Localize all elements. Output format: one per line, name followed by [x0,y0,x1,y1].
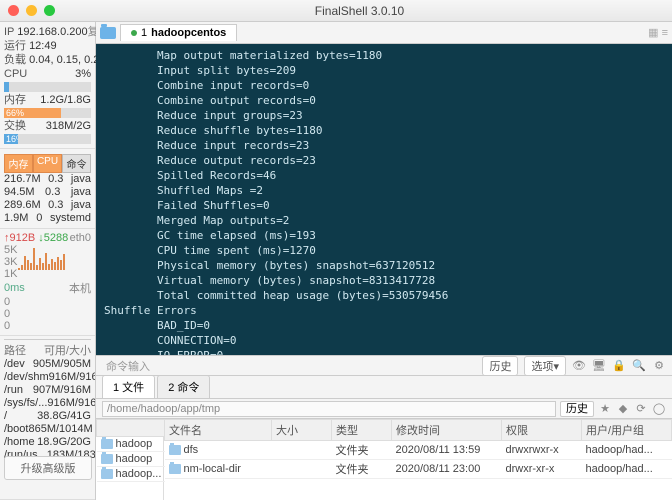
terminal-footer: 命令输入 历史 选项▾ 👁 🖥 🔒 🔍 ⚙ [96,355,672,375]
path-input[interactable] [102,401,556,417]
terminal-tab[interactable]: 1 hadoopcentos [120,24,237,41]
load-value: 0.04, 0.15, 0.20 [29,54,105,66]
eye-icon[interactable]: 👁 [572,359,586,372]
net-dn: 5288 [44,232,68,244]
window-title: FinalShell 3.0.10 [55,4,664,18]
titlebar: FinalShell 3.0.10 [0,0,672,22]
history-button[interactable]: 历史 [482,356,518,376]
fs-row[interactable]: /home18.9G/20G [4,436,91,449]
bottom-panel: 1 文件 2 命令 历史 ★ ◆ ⟳ ◯ hadoophadoophadoop.… [96,375,672,500]
tab-cpu[interactable]: CPU [33,154,62,173]
mem-bar: 66% [4,108,91,118]
refresh-icon[interactable]: ⟳ [634,402,648,415]
minimize-window-button[interactable] [26,5,37,16]
bottom-tab-files[interactable]: 1 文件 [102,375,155,398]
folder-icon[interactable] [100,27,116,39]
fs-row[interactable]: /dev905M/905M [4,358,91,371]
table-row[interactable]: nm-local-dir文件夹2020/08/11 23:00drwxr-xr-… [165,460,672,479]
fs-row[interactable]: /sys/fs/...916M/916M [4,397,91,410]
col-perm[interactable]: 权限 [502,420,582,441]
fs-row[interactable]: /run907M/916M [4,384,91,397]
tree-item[interactable]: hadoop... [97,467,166,482]
net-if: eth0 [70,232,91,244]
sidebar-proc-tabs: 内存 CPU 命令 [4,154,91,173]
settings-icon[interactable]: ⚙ [652,359,666,372]
folder-icon [101,469,113,479]
folder-icon [101,454,113,464]
ip-value: 192.168.0.200 [17,26,87,38]
bottom-tab-cmds[interactable]: 2 命令 [157,375,210,398]
tab-mem[interactable]: 内存 [4,154,33,173]
col-size[interactable]: 大小 [272,420,332,441]
upgrade-button[interactable]: 升级高级版 [4,456,92,480]
folder-icon [169,464,181,474]
proc-row[interactable]: 1.9M0systemd [4,212,91,225]
mem-value: 1.2G/1.8G [40,93,91,107]
table-row[interactable]: dfs文件夹2020/08/11 13:59drwxrwxr-xhadoop/h… [165,441,672,460]
path-history-button[interactable]: 历史 [560,401,594,417]
zoom-window-button[interactable] [44,5,55,16]
tab-cmd[interactable]: 命令 [62,154,91,173]
cpu-bar [4,82,91,92]
latency-label: 0ms [4,282,25,294]
net-up: 912B [10,232,36,244]
folder-icon [169,445,181,455]
close-window-button[interactable] [8,5,19,16]
swap-bar: 16% [4,134,91,144]
col-owner[interactable]: 用户/用户组 [582,420,672,441]
tree-item[interactable]: hadoop [97,452,166,467]
lock-icon[interactable]: 🔒 [612,359,626,372]
sidebar: IP 192.168.0.200复制 运行 12:49 负载 0.04, 0.1… [0,22,96,500]
proc-row[interactable]: 216.7M0.3java [4,173,91,186]
fs-row[interactable]: /38.8G/41G [4,410,91,423]
uptime-value: 12:49 [29,40,57,52]
proc-row[interactable]: 289.6M0.3java [4,199,91,212]
cmd-input-hint[interactable]: 命令输入 [102,358,476,374]
swap-value: 318M/2G [46,119,91,133]
cpu-pct: 3% [75,67,91,81]
col-type[interactable]: 类型 [332,420,392,441]
tree-item[interactable]: hadoop [97,437,166,452]
col-name[interactable]: 文件名 [165,420,272,441]
bookmark-icon[interactable]: ★ [598,402,612,415]
folder-icon [101,439,113,449]
stop-icon[interactable]: ◯ [652,402,666,415]
tab-title: hadoopcentos [151,27,226,39]
terminal-tabbar: 1 hadoopcentos ▦ ≡ [96,22,672,44]
link-icon[interactable]: 🖥 [592,359,606,372]
status-dot-icon [131,30,137,36]
ip-label: IP [4,26,14,38]
net-sparkline [18,246,65,270]
options-button[interactable]: 选项▾ [524,356,566,376]
terminal-output[interactable]: Map output materialized bytes=1180 Input… [96,44,672,355]
mac-window-controls [8,5,55,16]
grid-view-icon[interactable]: ▦ ≡ [648,26,668,39]
search-icon[interactable]: 🔍 [632,359,646,372]
col-mtime[interactable]: 修改时间 [392,420,502,441]
fs-row[interactable]: /dev/shm916M/916M [4,371,91,384]
diamond-icon[interactable]: ◆ [616,402,630,415]
proc-row[interactable]: 94.5M0.3java [4,186,91,199]
fs-row[interactable]: /boot865M/1014M [4,423,91,436]
